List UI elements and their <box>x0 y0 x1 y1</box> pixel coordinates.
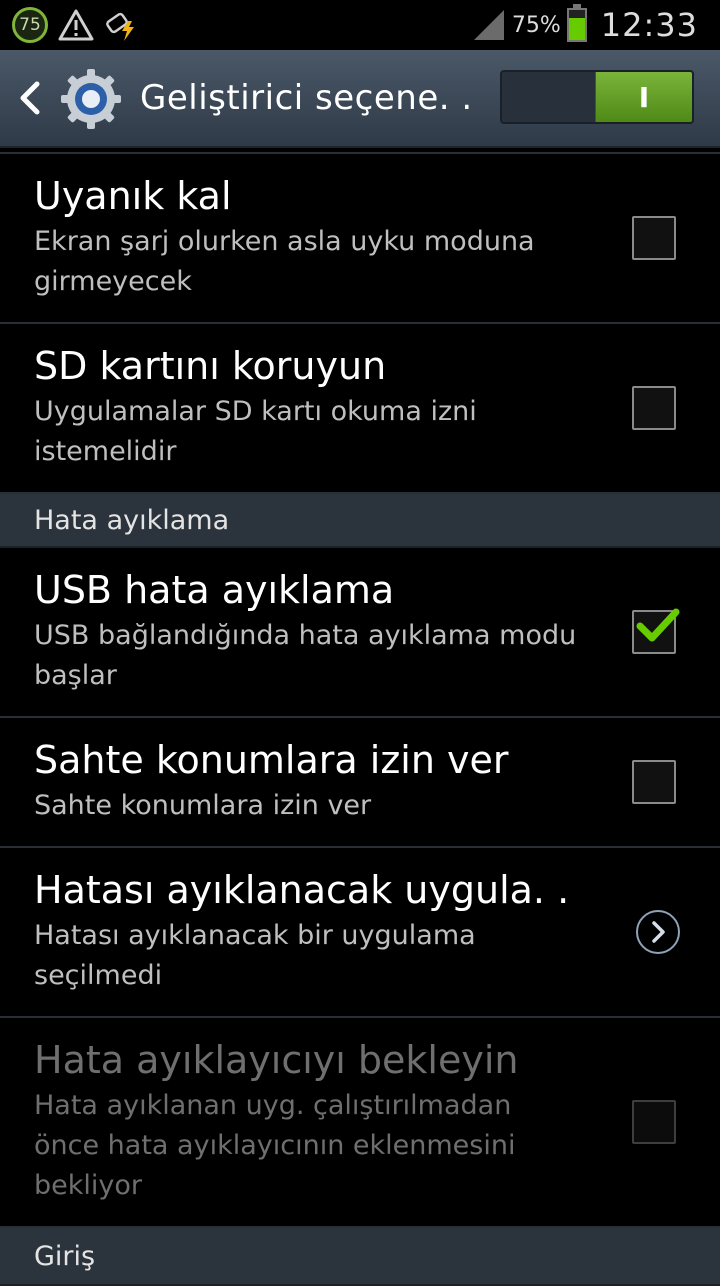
setting-title: SD kartını koruyun <box>34 344 387 388</box>
settings-gear-icon <box>61 69 121 129</box>
page-title: Geliştirici seçene. . <box>140 78 473 118</box>
mock-locations-checkbox[interactable] <box>632 760 676 804</box>
setting-subtitle: Hatası ayıklanacak bir uygulama seçilmed… <box>34 920 476 991</box>
toggle-thumb: I <box>595 72 692 122</box>
developer-options-toggle[interactable]: I <box>500 70 694 124</box>
battery-icon <box>566 4 587 42</box>
setting-subtitle: Uygulamalar SD kartı okuma izni istemeli… <box>34 396 477 467</box>
setting-mock-locations[interactable]: Sahte konumlara izin ver Sahte konumlara… <box>0 718 720 848</box>
settings-list: Uyanık kal Ekran şarj olurken asla uyku … <box>0 148 720 1286</box>
status-left: 75 <box>12 7 140 43</box>
checkmark-icon <box>636 608 680 642</box>
setting-title: Sahte konumlara izin ver <box>34 738 509 782</box>
toggle-label: I <box>638 80 650 114</box>
setting-title: Hata ayıklayıcıyı bekleyin <box>34 1038 519 1082</box>
setting-wait-for-debugger: Hata ayıklayıcıyı bekleyin Hata ayıklana… <box>0 1018 720 1228</box>
back-button[interactable] <box>10 72 50 124</box>
setting-usb-debugging[interactable]: USB hata ayıklama USB bağlandığında hata… <box>0 548 720 718</box>
wait-for-debugger-checkbox <box>632 1100 676 1144</box>
setting-title: Uyanık kal <box>34 174 232 218</box>
signal-icon <box>473 10 504 40</box>
data-75-badge-icon: 75 <box>12 7 48 43</box>
usb-debugging-checkbox[interactable] <box>632 608 680 654</box>
battery-percent: 75% <box>511 12 561 38</box>
back-icon <box>20 81 40 115</box>
status-right: 75% 12:33 <box>472 4 698 44</box>
setting-debug-app[interactable]: Hatası ayıklanacak uygula. . Hatası ayık… <box>0 848 720 1018</box>
clock: 12:33 <box>600 6 698 44</box>
section-header-debugging: Hata ayıklama <box>0 494 720 548</box>
setting-protect-sd[interactable]: SD kartını koruyun Uygulamalar SD kartı … <box>0 324 720 494</box>
action-bar: Geliştirici seçene. . I <box>0 50 720 148</box>
protect-sd-checkbox[interactable] <box>632 386 676 430</box>
warning-icon <box>58 9 94 41</box>
status-bar: 75 75% 12:33 <box>0 0 720 50</box>
debug-app-chevron[interactable] <box>636 910 680 954</box>
chevron-right-icon <box>652 921 665 943</box>
setting-subtitle: Ekran şarj olurken asla uyku moduna girm… <box>34 226 535 297</box>
usb-charging-icon <box>106 12 134 41</box>
badge-text: 75 <box>19 15 41 35</box>
battery-fill <box>568 17 585 40</box>
setting-subtitle: USB bağlandığında hata ayıklama modu baş… <box>34 620 577 691</box>
setting-title: USB hata ayıklama <box>34 568 395 612</box>
setting-title: Hatası ayıklanacak uygula. . <box>34 868 570 912</box>
setting-subtitle: Hata ayıklanan uyg. çalıştırılmadan önce… <box>34 1090 516 1201</box>
stay-awake-checkbox[interactable] <box>632 216 676 260</box>
setting-stay-awake[interactable]: Uyanık kal Ekran şarj olurken asla uyku … <box>0 154 720 324</box>
setting-subtitle: Sahte konumlara izin ver <box>34 790 372 821</box>
section-header-input: Giriş <box>0 1228 720 1286</box>
